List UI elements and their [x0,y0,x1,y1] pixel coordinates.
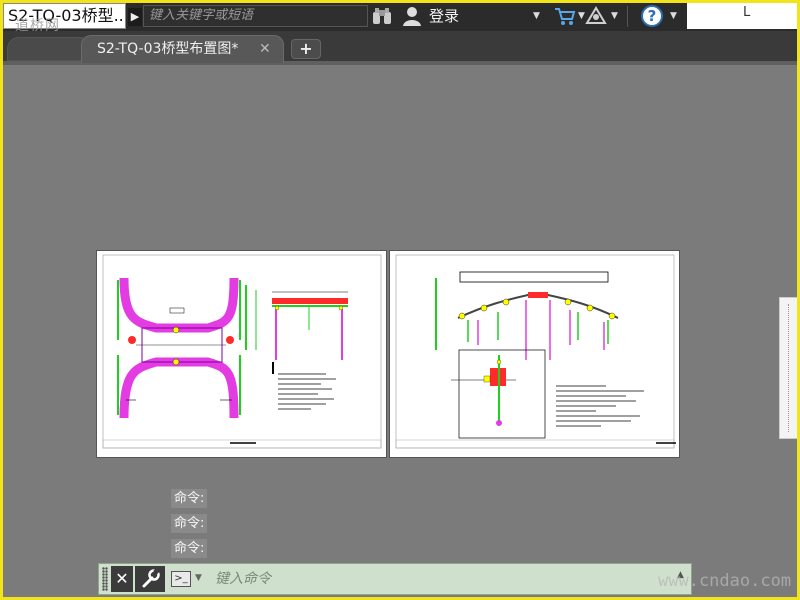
tab-title: S2-TQ-03桥型布置图* [97,41,239,57]
command-line: ✕ >_ ▼ 键入命令 ▲ [98,563,692,595]
tab-active-drawing[interactable]: S2-TQ-03桥型布置图* ✕ [81,35,284,63]
cart-icon[interactable] [554,6,576,26]
command-prompt-dropdown-icon[interactable]: ▼ [195,569,202,587]
command-input[interactable]: 键入命令 [213,567,673,591]
title-bar: S2-TQ-03桥型... 道桥网 ▶ 键入关键字或短语 登录 ▼ ▼ ▼ ? [3,3,797,34]
user-icon[interactable] [401,5,423,27]
palette-grip[interactable] [788,304,789,432]
binoculars-icon[interactable] [371,6,393,26]
help-icon[interactable]: ? [641,5,663,27]
drawing-canvas[interactable] [3,65,797,565]
start-tab[interactable] [7,37,83,61]
command-history-line: 命令: [171,489,208,508]
window-controls: L [687,3,797,29]
application-window: S2-TQ-03桥型... 道桥网 ▶ 键入关键字或短语 登录 ▼ ▼ ▼ ? [0,0,800,600]
help-dropdown-icon[interactable]: ▼ [670,7,677,25]
login-link[interactable]: 登录 [429,6,459,26]
minimize-icon[interactable]: L [743,5,750,20]
toolbar-separator [627,6,628,27]
exchange-icon[interactable] [585,6,607,26]
login-dropdown-icon[interactable]: ▼ [533,7,540,25]
command-history-line: 命令: [171,539,208,558]
command-history-line: 命令: [171,514,208,533]
command-prompt-icon[interactable]: >_ [171,571,191,587]
close-icon[interactable]: ✕ [111,566,133,592]
properties-palette[interactable] [779,297,797,439]
command-line-grip[interactable] [102,567,108,591]
watermark-site: www.cndao.com [658,571,792,591]
wrench-icon[interactable] [135,566,165,592]
search-arrow-icon[interactable]: ▶ [128,8,142,26]
cart-dropdown-icon[interactable]: ▼ [578,7,585,25]
drawing-sheets[interactable] [96,250,681,458]
document-tab-bar: S2-TQ-03桥型布置图* ✕ + [3,31,797,65]
exchange-dropdown-icon[interactable]: ▼ [611,7,618,25]
search-input[interactable]: 键入关键字或短语 [143,5,368,27]
new-tab-button[interactable]: + [291,39,321,59]
close-icon[interactable]: ✕ [259,41,271,57]
